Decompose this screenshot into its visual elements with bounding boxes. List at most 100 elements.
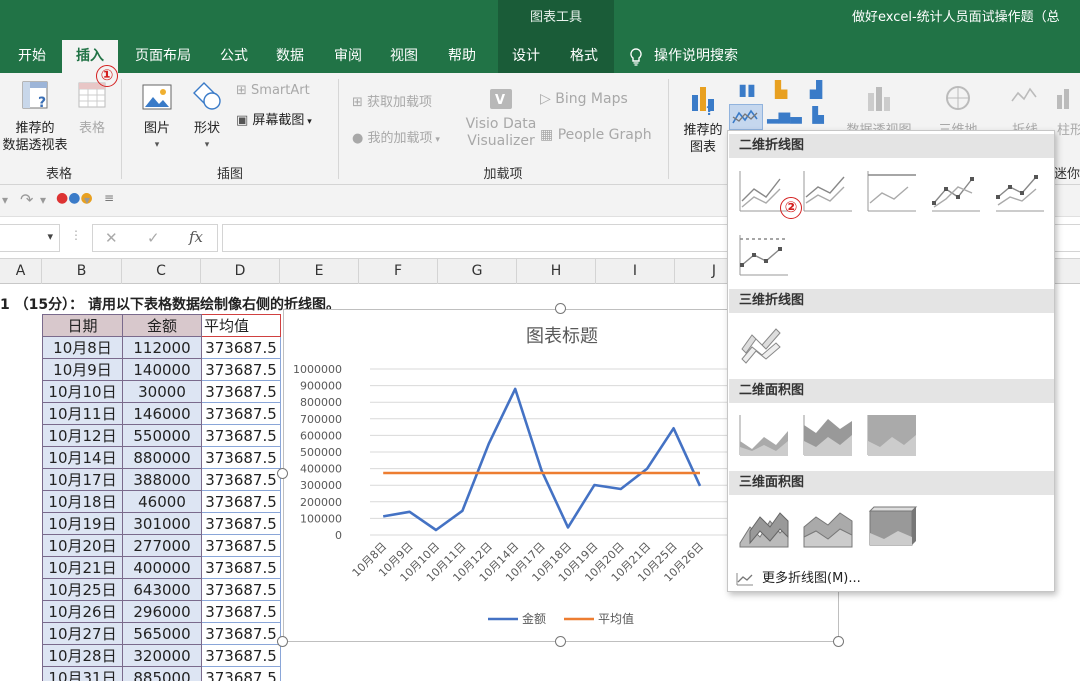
average-cell[interactable]: 373687.5 xyxy=(201,578,281,601)
average-cell[interactable]: 373687.5 xyxy=(201,446,281,469)
statistic-chart-button[interactable]: ▂▅▃ xyxy=(767,107,802,125)
undo-dropdown-icon[interactable]: ▾ xyxy=(2,193,8,207)
amount-cell[interactable]: 140000 xyxy=(122,358,202,381)
resize-handle[interactable] xyxy=(555,636,566,647)
column-header[interactable]: B xyxy=(42,259,122,284)
chevron-down-icon[interactable]: ▾ xyxy=(84,193,90,207)
date-cell[interactable]: 10月25日 xyxy=(42,578,123,601)
date-cell[interactable]: 10月26日 xyxy=(42,600,123,623)
amount-cell[interactable]: 112000 xyxy=(122,336,202,359)
amount-cell[interactable]: 46000 xyxy=(122,490,202,513)
smartart-button[interactable]: ⊞ SmartArt xyxy=(236,83,310,98)
amount-cell[interactable]: 643000 xyxy=(122,578,202,601)
tab-help[interactable]: 帮助 xyxy=(438,40,486,73)
screenshot-button[interactable]: ▣ 屏幕截图 ▾ xyxy=(236,109,312,128)
column-header[interactable]: I xyxy=(596,259,675,284)
stacked-area-thumb[interactable] xyxy=(800,411,856,459)
redo-icon[interactable]: ↷ xyxy=(20,190,33,209)
tab-formulas[interactable]: 公式 xyxy=(210,40,258,73)
column-header[interactable]: C xyxy=(122,259,201,284)
average-cell[interactable]: 373687.5 xyxy=(201,556,281,579)
date-cell[interactable]: 10月10日 xyxy=(42,380,123,403)
average-cell[interactable]: 373687.5 xyxy=(201,358,281,381)
my-addins-button[interactable]: ● 我的加载项 ▾ xyxy=(352,127,440,146)
date-cell[interactable]: 10月31日 xyxy=(42,666,123,681)
date-cell[interactable]: 10月9日 xyxy=(42,358,123,381)
amount-cell[interactable]: 320000 xyxy=(122,644,202,667)
enter-icon[interactable]: ✓ xyxy=(147,229,160,247)
date-cell[interactable]: 10月18日 xyxy=(42,490,123,513)
cancel-icon[interactable]: ✕ xyxy=(105,229,118,247)
date-cell[interactable]: 10月28日 xyxy=(42,644,123,667)
date-cell[interactable]: 10月8日 xyxy=(42,336,123,359)
customize-qat-icon[interactable]: ≡ xyxy=(104,191,114,205)
header-amount[interactable]: 金额 xyxy=(122,314,202,337)
resize-handle[interactable] xyxy=(277,636,288,647)
average-cell[interactable]: 373687.5 xyxy=(201,622,281,645)
resize-handle[interactable] xyxy=(555,303,566,314)
tab-page-layout[interactable]: 页面布局 xyxy=(124,40,202,73)
line-with-markers-thumb[interactable] xyxy=(928,167,984,215)
name-box[interactable]: ▾ xyxy=(0,224,60,252)
column-header[interactable]: D xyxy=(201,259,280,284)
amount-cell[interactable]: 880000 xyxy=(122,446,202,469)
waterfall-chart-button[interactable]: ▟ xyxy=(800,81,832,100)
line-chart-button[interactable] xyxy=(729,104,763,130)
100pct-stacked-line-thumb[interactable] xyxy=(864,167,920,215)
get-addins-button[interactable]: ⊞ 获取加载项 xyxy=(352,91,432,110)
column-chart-button[interactable]: ▮▮ xyxy=(733,81,761,100)
tab-design[interactable]: 设计 xyxy=(502,40,550,73)
stacked-line-markers-thumb[interactable] xyxy=(992,167,1048,215)
visio-visualizer-button[interactable]: V Visio Data Visualizer xyxy=(464,87,538,150)
tab-home[interactable]: 开始 xyxy=(6,40,58,73)
column-header[interactable]: G xyxy=(438,259,517,284)
amount-cell[interactable]: 400000 xyxy=(122,556,202,579)
date-cell[interactable]: 10月17日 xyxy=(42,468,123,491)
amount-cell[interactable]: 30000 xyxy=(122,380,202,403)
average-cell[interactable]: 373687.5 xyxy=(201,336,281,359)
average-cell[interactable]: 373687.5 xyxy=(201,644,281,667)
date-cell[interactable]: 10月11日 xyxy=(42,402,123,425)
amount-cell[interactable]: 296000 xyxy=(122,600,202,623)
date-cell[interactable]: 10月12日 xyxy=(42,424,123,447)
column-header[interactable]: H xyxy=(517,259,596,284)
pictures-button[interactable]: 图片 ▾ xyxy=(134,79,180,154)
average-cell[interactable]: 373687.5 xyxy=(201,490,281,513)
tab-data[interactable]: 数据 xyxy=(266,40,314,73)
amount-cell[interactable]: 885000 xyxy=(122,666,202,681)
date-cell[interactable]: 10月27日 xyxy=(42,622,123,645)
column-header[interactable]: A xyxy=(0,259,42,284)
recommended-charts-button[interactable]: ? 推荐的 图表 xyxy=(676,81,730,156)
average-cell[interactable]: 373687.5 xyxy=(201,468,281,491)
amount-cell[interactable]: 565000 xyxy=(122,622,202,645)
3d-line-thumb[interactable] xyxy=(736,319,792,367)
shapes-button[interactable]: 形状 ▾ xyxy=(184,79,230,154)
tab-view[interactable]: 视图 xyxy=(380,40,428,73)
average-cell[interactable]: 373687.5 xyxy=(201,402,281,425)
bing-maps-button[interactable]: ▷ Bing Maps xyxy=(540,91,628,107)
resize-handle[interactable] xyxy=(277,468,288,479)
date-cell[interactable]: 10月14日 xyxy=(42,446,123,469)
100pct-stacked-line-markers-thumb[interactable] xyxy=(736,231,792,279)
date-cell[interactable]: 10月19日 xyxy=(42,512,123,535)
100pct-stacked-area-thumb[interactable] xyxy=(864,411,920,459)
column-header[interactable]: F xyxy=(359,259,438,284)
amount-cell[interactable]: 388000 xyxy=(122,468,202,491)
table-button[interactable]: 表格 xyxy=(70,79,114,137)
3d-100pct-stacked-area-thumb[interactable] xyxy=(864,503,920,551)
3d-area-thumb[interactable] xyxy=(736,503,792,551)
people-graph-button[interactable]: ▦ People Graph xyxy=(540,127,652,143)
lightbulb-icon[interactable] xyxy=(624,40,648,73)
amount-cell[interactable]: 277000 xyxy=(122,534,202,557)
amount-cell[interactable]: 550000 xyxy=(122,424,202,447)
tab-format[interactable]: 格式 xyxy=(560,40,608,73)
average-cell[interactable]: 373687.5 xyxy=(201,600,281,623)
resize-handle[interactable] xyxy=(833,636,844,647)
date-cell[interactable]: 10月21日 xyxy=(42,556,123,579)
average-cell[interactable]: 373687.5 xyxy=(201,424,281,447)
column-header[interactable]: E xyxy=(280,259,359,284)
tell-me-search[interactable]: 操作说明搜索 xyxy=(654,40,750,73)
hierarchy-chart-button[interactable]: ▙ xyxy=(765,81,797,100)
header-date[interactable]: 日期 xyxy=(42,314,123,337)
average-cell[interactable]: 373687.5 xyxy=(201,380,281,403)
